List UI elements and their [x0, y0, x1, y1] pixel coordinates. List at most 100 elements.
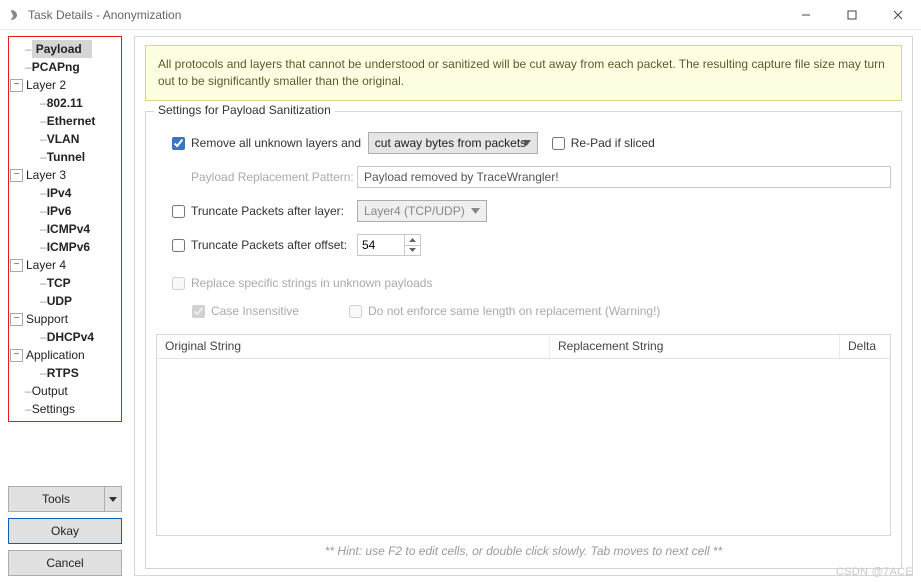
col-original[interactable]: Original String [157, 335, 550, 358]
case-insensitive-label: Case Insensitive [211, 304, 299, 318]
tree-item-label: DHCPv4 [47, 328, 94, 346]
tree-bullet: – [40, 292, 47, 310]
tree-item[interactable]: – ICMPv4 [10, 220, 120, 238]
window-maximize-button[interactable] [829, 0, 875, 30]
tree-item[interactable]: – Ethernet [10, 112, 120, 130]
remove-unknown-label: Remove all unknown layers and [191, 136, 361, 150]
tree-bullet: – [25, 400, 32, 418]
tree-item[interactable]: – RTPS [10, 364, 120, 382]
window-minimize-button[interactable] [783, 0, 829, 30]
tree-item-label: Layer 3 [26, 166, 66, 184]
collapse-icon[interactable]: − [10, 349, 23, 362]
tree-item[interactable]: – DHCPv4 [10, 328, 120, 346]
tree-bullet: – [25, 382, 32, 400]
title-bar: Task Details - Anonymization [0, 0, 921, 30]
replace-strings-checkbox[interactable] [172, 277, 185, 290]
tree-item[interactable]: – Output [10, 382, 120, 400]
tree-item-label: UDP [47, 292, 72, 310]
tree-item[interactable]: – Settings [10, 400, 120, 418]
tree-item[interactable]: – IPv4 [10, 184, 120, 202]
tree-item-label: Layer 4 [26, 256, 66, 274]
tree-item-label: RTPS [47, 364, 79, 382]
replacement-pattern-label: Payload Replacement Pattern: [191, 170, 357, 184]
truncate-layer-value: Layer4 (TCP/UDP) [364, 204, 465, 218]
truncate-offset-label: Truncate Packets after offset: [191, 238, 357, 252]
watermark: CSDN @7ACE [836, 566, 913, 578]
tree-item-label: Settings [32, 400, 75, 418]
tools-dropdown-button[interactable] [104, 487, 121, 511]
enforce-length-checkbox[interactable] [349, 305, 362, 318]
window-close-button[interactable] [875, 0, 921, 30]
tree-item[interactable]: −Support [10, 310, 120, 328]
tree-item[interactable]: −Layer 4 [10, 256, 120, 274]
remove-unknown-checkbox[interactable] [172, 137, 185, 150]
tree-item-label: Output [32, 382, 68, 400]
replacement-table[interactable]: Original String Replacement String Delta [156, 334, 891, 536]
remove-action-value: cut away bytes from packets [375, 136, 526, 150]
spinner-up-icon[interactable] [405, 235, 420, 246]
truncate-layer-checkbox[interactable] [172, 205, 185, 218]
tree-bullet: – [40, 220, 47, 238]
tree-item[interactable]: −Application [10, 346, 120, 364]
table-body[interactable] [157, 359, 890, 535]
tree-item-label: IPv6 [47, 202, 72, 220]
tree-item-label: Tunnel [47, 148, 85, 166]
okay-button[interactable]: Okay [8, 518, 122, 544]
tree-bullet: – [40, 130, 47, 148]
replacement-pattern-input[interactable] [357, 166, 891, 188]
truncate-layer-select[interactable]: Layer4 (TCP/UDP) [357, 200, 487, 222]
chevron-down-icon [522, 136, 531, 150]
tree-item[interactable]: – Tunnel [10, 148, 120, 166]
tree-bullet: – [40, 148, 47, 166]
truncate-offset-input[interactable] [357, 234, 405, 256]
collapse-icon[interactable]: − [10, 169, 23, 182]
chevron-down-icon [471, 204, 480, 218]
tools-button[interactable]: Tools [8, 486, 122, 512]
cancel-button[interactable]: Cancel [8, 550, 122, 576]
enforce-length-label: Do not enforce same length on replacemen… [368, 304, 660, 318]
okay-button-label: Okay [51, 524, 79, 538]
collapse-icon[interactable]: − [10, 259, 23, 272]
tree-item[interactable]: – ICMPv6 [10, 238, 120, 256]
remove-action-select[interactable]: cut away bytes from packets [368, 132, 538, 154]
tree-item[interactable]: – PCAPng [10, 58, 120, 76]
tree-bullet: – [40, 112, 47, 130]
replace-strings-label: Replace specific strings in unknown payl… [191, 276, 432, 290]
group-legend: Settings for Payload Sanitization [154, 103, 335, 117]
tree-item[interactable]: – 802.11 [10, 94, 120, 112]
tree-item-label: ICMPv4 [47, 220, 90, 238]
spinner-down-icon[interactable] [405, 246, 420, 256]
collapse-icon[interactable]: − [10, 313, 23, 326]
offset-spinner[interactable] [405, 234, 421, 256]
case-insensitive-checkbox[interactable] [192, 305, 205, 318]
repad-checkbox[interactable] [552, 137, 565, 150]
tree-item[interactable]: −Layer 3 [10, 166, 120, 184]
tree-item[interactable]: – TCP [10, 274, 120, 292]
tree-item[interactable]: – VLAN [10, 130, 120, 148]
tree-item[interactable]: – IPv6 [10, 202, 120, 220]
collapse-icon[interactable]: − [10, 79, 23, 92]
tree-item[interactable]: −Layer 2 [10, 76, 120, 94]
window-title: Task Details - Anonymization [28, 8, 783, 22]
tree-item[interactable]: – Payload [10, 40, 120, 58]
tree-item-label: Payload [32, 40, 92, 58]
col-delta[interactable]: Delta [840, 335, 890, 358]
truncate-layer-label: Truncate Packets after layer: [191, 204, 357, 218]
tree-item[interactable]: – UDP [10, 292, 120, 310]
left-column: – Payload– PCAPng−Layer 2– 802.11– Ether… [8, 36, 122, 576]
tree-bullet: – [40, 94, 47, 112]
tree-bullet: – [40, 364, 47, 382]
tree-bullet: – [40, 238, 47, 256]
tree-item-label: 802.11 [47, 94, 83, 112]
tree-bullet: – [40, 328, 47, 346]
tree-bullet: – [25, 58, 32, 76]
nav-tree[interactable]: – Payload– PCAPng−Layer 2– 802.11– Ether… [10, 40, 120, 418]
tree-bullet: – [40, 202, 47, 220]
tools-button-label: Tools [42, 492, 70, 506]
table-header: Original String Replacement String Delta [157, 335, 890, 359]
col-replacement[interactable]: Replacement String [550, 335, 840, 358]
nav-tree-container: – Payload– PCAPng−Layer 2– 802.11– Ether… [8, 36, 122, 422]
payload-sanitization-group: Settings for Payload Sanitization Remove… [145, 111, 902, 569]
truncate-offset-checkbox[interactable] [172, 239, 185, 252]
tree-bullet: – [40, 184, 47, 202]
